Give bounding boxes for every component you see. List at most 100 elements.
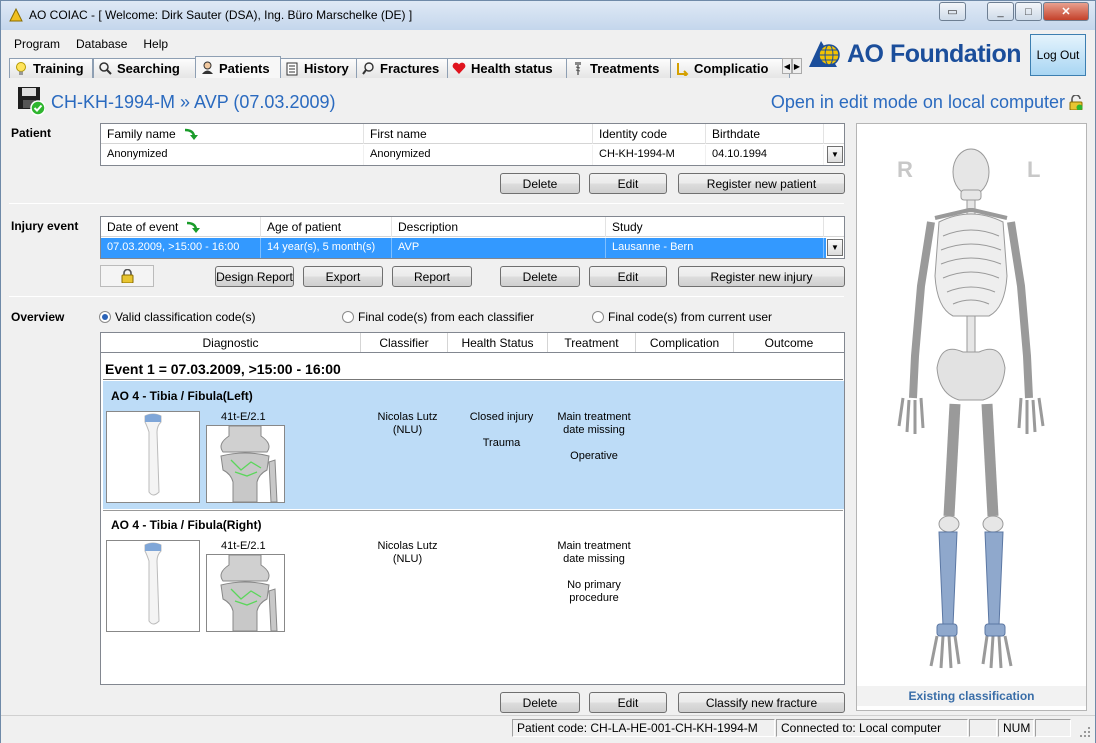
fracture-row[interactable]: AO 4 - Tibia / Fibula(Left) 41t-E/2.1 Ni… [103,381,844,509]
edit-mode-text: Open in edit mode on local computer [770,92,1065,112]
delete-fracture-button[interactable]: Delete [500,692,580,713]
col-complication[interactable]: Complication [636,333,734,352]
col-first-name[interactable]: First name [364,124,593,144]
register-patient-button[interactable]: Register new patient [678,173,845,194]
tab-training[interactable]: Training [9,58,93,78]
patient-section-label: Patient [11,126,52,140]
status-num: NUM [998,719,1034,737]
col-date-of-event[interactable]: Date of event [101,217,261,237]
window-extra-button[interactable]: ▭ [939,2,966,21]
delete-injury-button[interactable]: Delete [500,266,580,287]
classifier-cell: Nicolas Lutz (NLU) [365,411,450,437]
export-button[interactable]: Export [303,266,383,287]
col-family-name[interactable]: Family name [101,124,364,144]
tab-complications[interactable]: Complicatio [670,58,790,78]
tab-fractures[interactable]: Fractures [356,58,448,78]
patient-row[interactable]: Anonymized Anonymized CH-KH-1994-M 04.10… [101,145,824,165]
tab-history[interactable]: History [280,58,357,78]
register-injury-button[interactable]: Register new injury [678,266,845,287]
close-button[interactable]: ✕ [1043,2,1089,21]
tab-label: Searching [117,61,180,76]
knee-thumbnail[interactable] [206,554,285,632]
edit-injury-button[interactable]: Edit [589,266,667,287]
logout-button[interactable]: Log Out [1030,34,1086,76]
col-diagnostic[interactable]: Diagnostic [101,333,361,352]
tab-searching[interactable]: Searching [93,58,196,78]
fracture-code: 41t-E/2.1 [221,411,266,423]
health-status-cell: Closed injury Trauma [452,411,551,450]
injury-lock[interactable] [100,265,154,287]
tab-label: Training [33,61,84,76]
radio-final-each-classifier[interactable]: Final code(s) from each classifier [342,310,534,324]
col-study[interactable]: Study [606,217,824,237]
menu-help[interactable]: Help [135,34,176,54]
menu-bar: Program Database Help [6,34,176,54]
design-report-button[interactable]: Design Report [215,266,294,287]
injury-row[interactable]: 07.03.2009, >15:00 - 16:00 14 year(s), 5… [101,238,826,258]
existing-classification-label[interactable]: Existing classification [857,686,1086,706]
tab-label: History [304,61,349,76]
injury-dropdown-icon[interactable]: ▼ [827,239,843,256]
col-identity-code[interactable]: Identity code [593,124,706,144]
case-title: CH-KH-1994-M » AVP (07.03.2009) [51,92,336,112]
menu-database[interactable]: Database [68,34,135,54]
case-header: CH-KH-1994-M » AVP (07.03.2009) Open in … [9,84,1087,120]
col-treatment[interactable]: Treatment [548,333,636,352]
menu-program[interactable]: Program [6,34,68,54]
col-classifier[interactable]: Classifier [361,333,448,352]
screw-icon [571,61,585,76]
classifier-cell: Nicolas Lutz (NLU) [365,540,450,566]
highlighted-lower-legs [936,531,1006,637]
radio-final-current-user[interactable]: Final code(s) from current user [592,310,772,324]
fracture-name: AO 4 - Tibia / Fibula(Right) [111,518,262,532]
cell-family-name: Anonymized [101,145,364,165]
tab-label: Fractures [380,61,440,76]
tab-patients[interactable]: Patients [195,56,281,78]
tab-label: Complicatio [694,61,769,76]
tibia-thumbnail[interactable] [106,540,200,632]
fracture-row[interactable]: AO 4 - Tibia / Fibula(Right) 41t-E/2.1 N… [103,510,844,638]
tab-label: Treatments [590,61,660,76]
classifier-name: Nicolas Lutz [377,411,438,423]
window-title: AO COIAC - [ Welcome: Dirk Sauter (DSA),… [29,8,413,22]
col-outcome[interactable]: Outcome [734,333,844,352]
edit-patient-button[interactable]: Edit [589,173,667,194]
history-icon [285,62,299,76]
tab-health-status[interactable]: Health status [447,58,567,78]
delete-patient-button[interactable]: Delete [500,173,580,194]
col-label: Family name [107,127,176,141]
health-status-1: Closed injury [469,411,534,423]
globe-logo-icon [809,41,840,67]
minimize-button[interactable]: _ [987,2,1014,21]
knee-fracture-icon [220,425,278,503]
tibia-bone-icon [144,413,162,496]
cell-description: AVP [392,238,606,258]
radio-label: Final code(s) from each classifier [358,310,535,324]
maximize-button[interactable]: □ [1015,2,1042,21]
lightbulb-icon [14,61,28,76]
radio-dot [592,311,604,323]
col-description[interactable]: Description [392,217,606,237]
overview-header: Diagnostic Classifier Health Status Trea… [100,332,845,353]
tab-scroll-left-icon[interactable]: ◀ [782,58,792,74]
tab-treatments[interactable]: Treatments [566,58,671,78]
patient-dropdown-icon[interactable]: ▼ [827,146,843,163]
radio-label: Final code(s) from current user [608,310,773,324]
classify-fracture-button[interactable]: Classify new fracture [678,692,845,713]
status-connection: Connected to: Local computer [776,719,968,737]
radio-valid-codes[interactable]: Valid classification code(s) [99,310,256,324]
status-bar: Patient code: CH-LA-HE-001-CH-KH-1994-M … [1,715,1095,743]
sort-arrow-icon [184,128,198,140]
skeleton-figure[interactable] [857,136,1086,686]
col-health-status[interactable]: Health Status [448,333,548,352]
resize-grip-icon[interactable] [1079,726,1091,738]
col-age[interactable]: Age of patient [261,217,392,237]
tibia-thumbnail[interactable] [106,411,200,503]
tab-scroll-right-icon[interactable]: ▶ [792,58,802,74]
app-window: AO COIAC - [ Welcome: Dirk Sauter (DSA),… [0,0,1096,743]
knee-thumbnail[interactable] [206,425,285,503]
report-button[interactable]: Report [392,266,472,287]
col-birthdate[interactable]: Birthdate [706,124,824,144]
edit-fracture-button[interactable]: Edit [589,692,667,713]
tab-scroll: ◀ ▶ [782,58,802,74]
